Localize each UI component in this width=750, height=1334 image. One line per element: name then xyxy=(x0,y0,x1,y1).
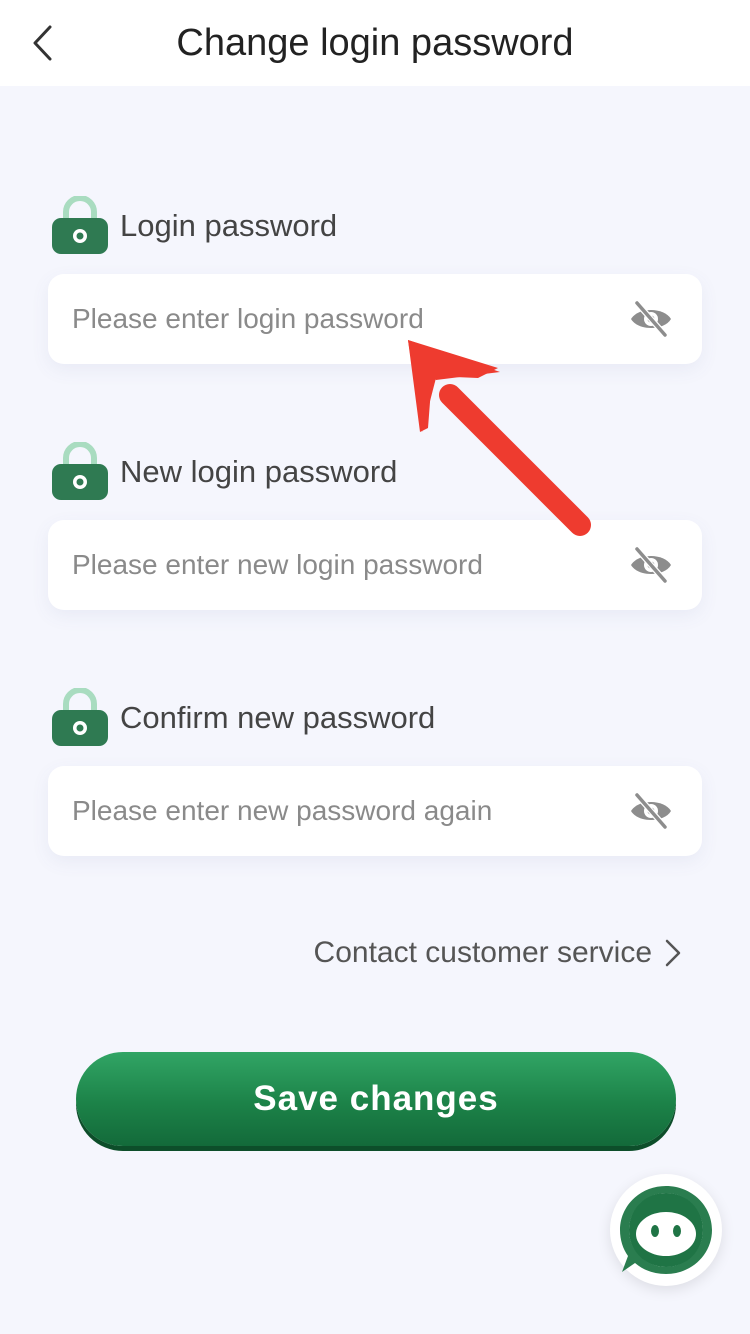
field-label-new-password: New login password xyxy=(50,442,397,502)
chevron-right-icon xyxy=(665,939,681,967)
customer-service-chat-button[interactable] xyxy=(610,1174,722,1286)
page-title: Change login password xyxy=(176,22,574,64)
header-bar: Change login password xyxy=(0,0,750,86)
toggle-visibility-button[interactable] xyxy=(628,545,674,585)
chevron-left-icon xyxy=(33,25,52,61)
contact-customer-service-link[interactable]: Contact customer service xyxy=(314,928,684,978)
eye-off-icon xyxy=(631,547,671,583)
contact-link-text: Contact customer service xyxy=(313,936,652,969)
new-password-input[interactable] xyxy=(72,520,592,610)
field-label-text: Login password xyxy=(120,208,338,243)
field-label-confirm-password: Confirm new password xyxy=(50,688,435,748)
toggle-visibility-button[interactable] xyxy=(628,791,674,831)
save-changes-button[interactable]: Save changes xyxy=(76,1052,676,1146)
chat-bubble-icon xyxy=(620,1186,712,1274)
back-button[interactable] xyxy=(18,18,68,68)
confirm-password-field-box xyxy=(48,766,702,856)
eye-off-icon xyxy=(631,793,671,829)
field-label-text: Confirm new password xyxy=(120,700,436,735)
eye-off-icon xyxy=(631,301,671,337)
lock-icon xyxy=(52,196,108,254)
login-password-input[interactable] xyxy=(72,274,592,364)
new-password-field-box xyxy=(48,520,702,610)
lock-icon xyxy=(52,688,108,746)
lock-icon xyxy=(52,442,108,500)
field-label-login-password: Login password xyxy=(50,196,337,256)
confirm-password-input[interactable] xyxy=(72,766,592,856)
save-button-label: Save changes xyxy=(253,1079,499,1118)
field-label-text: New login password xyxy=(120,454,398,489)
toggle-visibility-button[interactable] xyxy=(628,299,674,339)
login-password-field-box xyxy=(48,274,702,364)
